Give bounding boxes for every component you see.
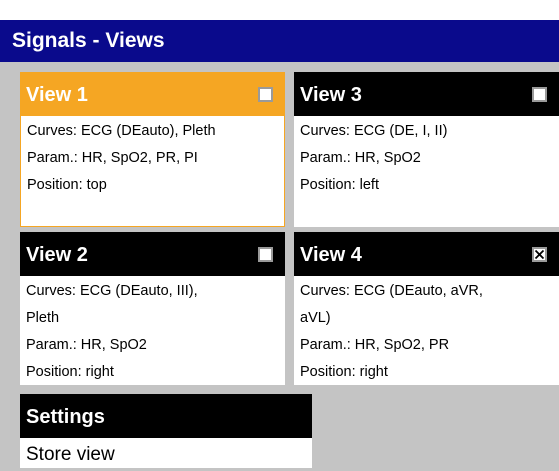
view-card-1-checkbox-icon[interactable] xyxy=(258,87,273,102)
view-card-3-params: Param.: HR, SpO2 xyxy=(300,150,421,166)
view-card-2-title: View 2 xyxy=(26,244,88,266)
view-card-1-header[interactable]: View 1 xyxy=(20,72,285,116)
view-card-2[interactable]: View 2 Curves: ECG (DEauto, III), Pleth … xyxy=(20,232,285,385)
view-card-4-checked-checkbox-icon[interactable] xyxy=(532,247,547,262)
view-card-4-curves: Curves: ECG (DEauto, aVR, xyxy=(300,283,483,299)
view-card-3-details: Curves: ECG (DE, I, II) Param.: HR, SpO2… xyxy=(294,116,559,227)
view-card-4-curves-cont: aVL) xyxy=(300,310,331,326)
view-card-3-title: View 3 xyxy=(300,84,362,106)
view-card-2-position: Position: right xyxy=(26,364,114,380)
view-card-4[interactable]: View 4 Curves: ECG (DEauto, aVR, aVL) Pa… xyxy=(294,232,559,385)
view-card-2-details: Curves: ECG (DEauto, III), Pleth Param.:… xyxy=(20,276,285,385)
view-card-1-curves: Curves: ECG (DEauto), Pleth xyxy=(27,123,216,139)
view-card-3-curves: Curves: ECG (DE, I, II) xyxy=(300,123,448,139)
view-card-1-title: View 1 xyxy=(26,84,88,106)
view-card-4-title: View 4 xyxy=(300,244,362,266)
store-view-menu-item[interactable]: Store view xyxy=(20,438,312,468)
view-card-2-header[interactable]: View 2 xyxy=(20,232,285,276)
view-card-2-params: Param.: HR, SpO2 xyxy=(26,337,147,353)
view-card-3-header[interactable]: View 3 xyxy=(294,72,559,116)
view-card-2-curves-cont: Pleth xyxy=(26,310,60,326)
views-panel: View 1 Curves: ECG (DEauto), Pleth Param… xyxy=(0,62,559,471)
view-card-3-position: Position: left xyxy=(300,177,379,193)
view-card-3[interactable]: View 3 Curves: ECG (DE, I, II) Param.: H… xyxy=(294,72,559,227)
settings-header: Settings xyxy=(20,394,312,438)
view-card-2-checkbox-icon[interactable] xyxy=(258,247,273,262)
view-card-3-checkbox-icon[interactable] xyxy=(532,87,547,102)
settings-menu: Settings Store view xyxy=(20,394,312,471)
view-card-4-params: Param.: HR, SpO2, PR xyxy=(300,337,450,353)
view-card-1-position: Position: top xyxy=(27,177,107,193)
view-card-4-details: Curves: ECG (DEauto, aVR, aVL) Param.: H… xyxy=(294,276,559,385)
view-card-1[interactable]: View 1 Curves: ECG (DEauto), Pleth Param… xyxy=(20,72,285,227)
view-card-1-params: Param.: HR, SpO2, PR, PI xyxy=(27,150,198,166)
view-card-4-position: Position: right xyxy=(300,364,388,380)
view-card-4-header[interactable]: View 4 xyxy=(294,232,559,276)
view-card-2-curves: Curves: ECG (DEauto, III), xyxy=(26,283,198,299)
window-title: Signals - Views xyxy=(0,20,559,62)
view-card-1-details: Curves: ECG (DEauto), Pleth Param.: HR, … xyxy=(20,116,285,227)
